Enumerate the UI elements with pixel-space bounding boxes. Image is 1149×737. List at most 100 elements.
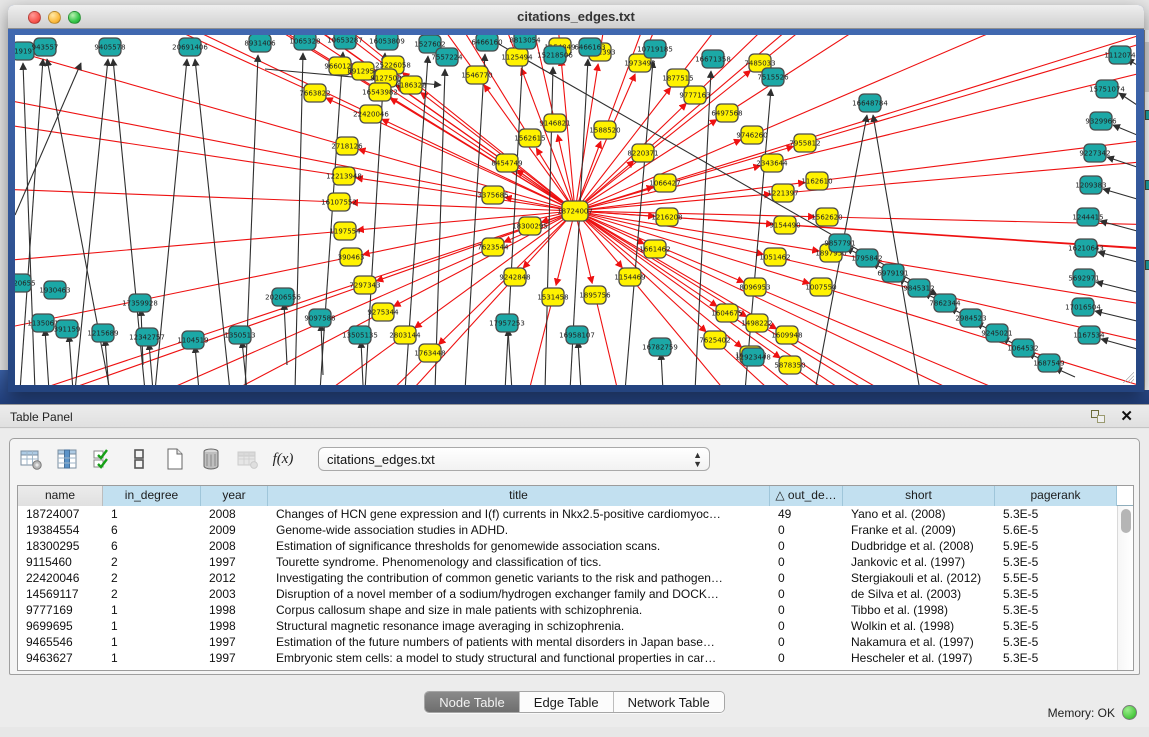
graph-node-teal[interactable]: 13505135 xyxy=(342,326,378,344)
graph-node-yellow[interactable]: 5878350 xyxy=(774,356,805,374)
graph-node-teal[interactable]: 1209383 xyxy=(1075,176,1106,194)
table-row[interactable]: 1872400712008Changes of HCN gene express… xyxy=(18,506,1117,522)
citation-edge-red[interactable] xyxy=(575,74,635,211)
column-header-short[interactable]: short xyxy=(843,486,995,506)
graph-node-yellow[interactable]: 7955812 xyxy=(789,134,820,152)
graph-node-yellow[interactable]: 9746260 xyxy=(736,126,767,144)
citation-edge-black[interactable] xyxy=(20,59,43,385)
citation-edge-red[interactable] xyxy=(805,35,1136,143)
graph-node-yellow[interactable]: 1154469 xyxy=(614,268,645,286)
graph-node-yellow[interactable]: 1498222 xyxy=(741,314,772,332)
citation-edge-black[interactable] xyxy=(1095,311,1136,321)
graph-node-yellow[interactable]: 1609948 xyxy=(771,326,802,344)
citation-edge-red[interactable] xyxy=(760,35,1136,63)
graph-node-teal[interactable]: 9329966 xyxy=(1085,112,1117,130)
graph-node-teal[interactable]: 16648784 xyxy=(852,94,888,112)
graph-node-teal[interactable]: 7862344 xyxy=(929,294,961,312)
graph-node-yellow[interactable]: 7663822 xyxy=(299,84,330,102)
graph-node-teal[interactable]: 1064532 xyxy=(1007,339,1038,357)
function-builder-button[interactable]: f(x) xyxy=(270,446,296,472)
table-row[interactable]: 2242004622012Investigating the contribut… xyxy=(18,570,1117,586)
citation-edge-black[interactable] xyxy=(1100,221,1136,231)
citation-edge-red[interactable] xyxy=(351,202,575,211)
graph-node-yellow[interactable]: 1162610 xyxy=(801,172,832,190)
citation-edge-black[interactable] xyxy=(1098,252,1136,262)
canvas-resize-grip[interactable] xyxy=(1120,369,1134,383)
graph-node-yellow[interactable]: 1007550 xyxy=(805,278,836,296)
graph-node-yellow[interactable]: 1877515 xyxy=(662,69,693,87)
graph-node-teal[interactable]: 1350513 xyxy=(224,326,255,344)
citation-edge-red[interactable] xyxy=(575,211,742,347)
window-titlebar[interactable]: citations_edges.txt xyxy=(8,5,1144,29)
citation-edge-black[interactable] xyxy=(508,329,512,385)
graph-node-yellow[interactable]: 7297343 xyxy=(349,276,380,294)
network-canvas[interactable]: 9660128891295425226058912750816543982818… xyxy=(15,35,1136,385)
graph-node-teal[interactable]: 17016504 xyxy=(1065,298,1101,316)
graph-node-teal[interactable]: 1930463 xyxy=(39,281,70,299)
graph-node-yellow[interactable]: 2718126 xyxy=(331,137,363,155)
graph-node-teal[interactable]: 9405578 xyxy=(94,38,125,56)
row-height-button[interactable] xyxy=(126,446,152,472)
graph-node-yellow[interactable]: 7625402 xyxy=(699,331,730,349)
citation-edge-black[interactable] xyxy=(69,335,73,385)
graph-node-yellow[interactable]: 1588520 xyxy=(589,121,620,139)
graph-node-yellow[interactable]: 7623544 xyxy=(477,238,509,256)
graph-node-teal[interactable]: 1104519 xyxy=(177,331,208,349)
graph-node-yellow[interactable]: 1763448 xyxy=(414,344,445,362)
citation-edge-black[interactable] xyxy=(295,53,303,385)
graph-node-teal[interactable]: 10653287 xyxy=(327,35,363,49)
graph-node-teal[interactable]: 8813054 xyxy=(509,35,541,49)
graph-node-yellow[interactable]: 1051462 xyxy=(759,248,790,266)
graph-node-yellow[interactable]: 1661462 xyxy=(639,240,670,258)
graph-node-yellow[interactable]: 2343644 xyxy=(756,154,788,172)
graph-node-teal[interactable]: 9097588 xyxy=(304,309,335,327)
delete-table-button[interactable] xyxy=(198,446,224,472)
citation-edge-black[interactable] xyxy=(661,353,663,385)
graph-node-teal[interactable]: 20206556 xyxy=(265,288,301,306)
citation-edge-red[interactable] xyxy=(15,226,530,385)
graph-node-teal[interactable]: 2984523 xyxy=(955,309,986,327)
citation-edge-red[interactable] xyxy=(356,178,575,211)
citation-edge-black[interactable] xyxy=(1119,93,1136,105)
graph-node-yellow[interactable]: 1604675 xyxy=(711,304,742,322)
graph-node-teal[interactable]: 6466163 xyxy=(574,38,605,56)
graph-node-yellow[interactable]: 1562620 xyxy=(811,208,842,226)
graph-node-yellow[interactable]: 18300295 xyxy=(512,217,548,235)
table-row[interactable]: 946362711997Embryonic stem cells: a mode… xyxy=(18,650,1117,666)
citation-edge-black[interactable] xyxy=(149,343,153,385)
graph-node-teal[interactable]: 943557 xyxy=(32,38,59,56)
graph-node-teal[interactable]: 9845312 xyxy=(903,279,934,297)
table-row[interactable]: 911546021997Tourette syndrome. Phenomeno… xyxy=(18,554,1117,570)
graph-node-teal[interactable]: 1167534 xyxy=(1073,326,1105,344)
column-header-name[interactable]: name xyxy=(18,486,103,506)
citation-edge-black[interactable] xyxy=(45,329,49,385)
graph-node-teal[interactable]: 16958107 xyxy=(559,326,595,344)
graph-node-yellow[interactable]: 2803144 xyxy=(389,326,421,344)
table-row[interactable]: 1830029562008Estimation of significance … xyxy=(18,538,1117,554)
graph-node-teal[interactable]: 16210643 xyxy=(1068,239,1104,257)
graph-node-yellow[interactable]: 8186328 xyxy=(395,76,426,94)
citation-edge-black[interactable] xyxy=(1101,339,1136,349)
graph-node-yellow[interactable]: 9242848 xyxy=(499,268,530,286)
column-header-out_degree[interactable]: △ out_de… xyxy=(770,486,843,506)
new-table-button[interactable] xyxy=(162,446,188,472)
table-row[interactable]: 1938455462009Genome-wide association stu… xyxy=(18,522,1117,538)
graph-node-teal[interactable]: 16782759 xyxy=(642,338,678,356)
graph-node-yellow[interactable]: 8096953 xyxy=(739,278,770,296)
select-rows-button[interactable] xyxy=(90,446,116,472)
citation-edge-red[interactable] xyxy=(15,168,339,202)
citation-edge-black[interactable] xyxy=(361,341,363,385)
citation-edge-black[interactable] xyxy=(1113,125,1136,135)
graph-node-teal[interactable]: 8931406 xyxy=(244,35,276,52)
graph-node-yellow[interactable]: 390463 xyxy=(338,248,365,266)
table-row[interactable]: 946554611997Estimation of the future num… xyxy=(18,634,1117,650)
graph-node-teal[interactable]: 9227342 xyxy=(1079,144,1110,162)
citation-edge-black[interactable] xyxy=(873,115,920,385)
citation-edge-red[interactable] xyxy=(561,59,575,211)
close-panel-icon[interactable]: ✕ xyxy=(1120,407,1133,425)
graph-node-teal[interactable]: 20691406 xyxy=(172,38,208,56)
citation-edge-black[interactable] xyxy=(23,63,35,385)
graph-node-teal[interactable]: 9857791 xyxy=(824,234,855,252)
table-row[interactable]: 1456911722003Disruption of a novel membe… xyxy=(18,586,1117,602)
graph-node-yellow[interactable]: 1066427 xyxy=(649,174,680,192)
